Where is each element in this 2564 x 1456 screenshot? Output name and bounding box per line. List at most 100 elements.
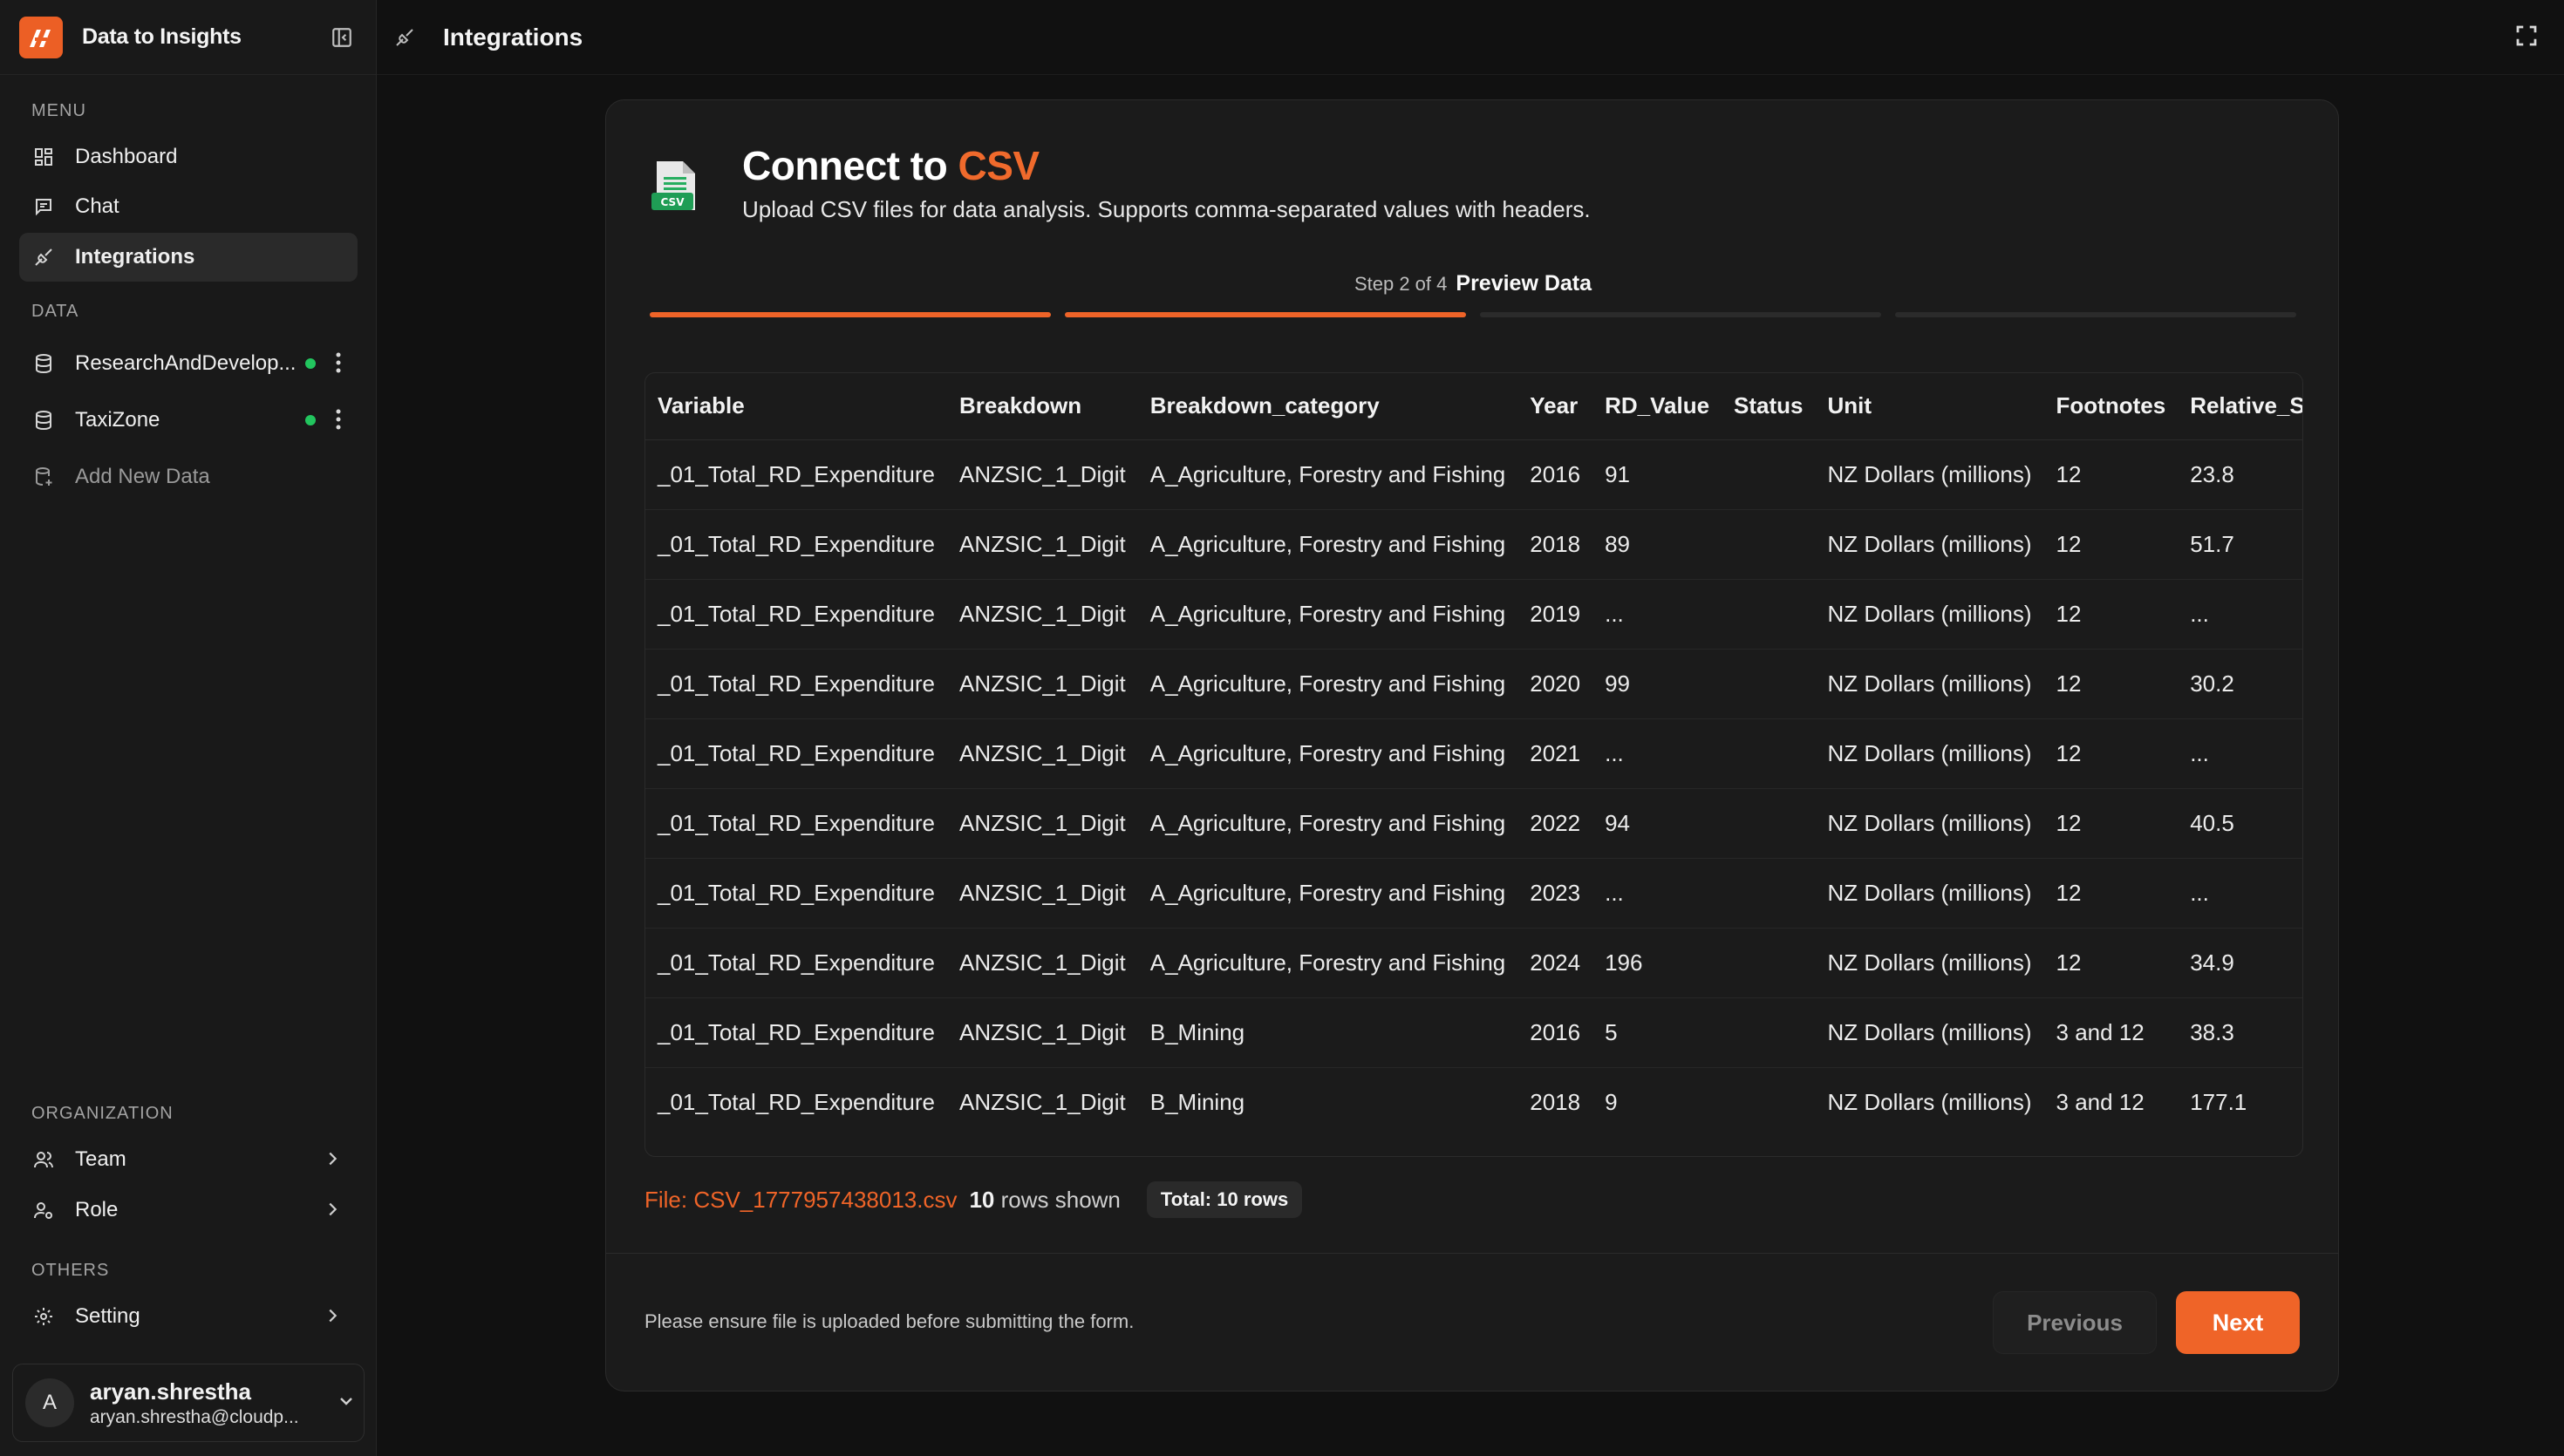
rows-shown-suffix: rows shown bbox=[994, 1186, 1121, 1213]
table-cell: NZ Dollars (millions) bbox=[1815, 439, 2044, 510]
table-cell: NZ Dollars (millions) bbox=[1815, 718, 2044, 789]
table-column-header: Footnotes bbox=[2043, 373, 2179, 440]
table-cell: _01_Total_RD_Expenditure bbox=[645, 928, 947, 998]
page-title: Integrations bbox=[443, 23, 583, 51]
sidebar-collapse-icon[interactable] bbox=[327, 23, 357, 52]
rows-shown: 10 rows shown bbox=[969, 1187, 1120, 1214]
sidebar-item-setting[interactable]: Setting bbox=[19, 1292, 358, 1341]
step-progress bbox=[650, 312, 2296, 317]
table-header-row: Variable Breakdown Breakdown_category Year R… bbox=[645, 373, 2302, 440]
table-cell: 196 bbox=[1592, 928, 1722, 998]
card-subtitle: Upload CSV files for data analysis. Supp… bbox=[742, 196, 1591, 222]
table-cell bbox=[1722, 509, 1816, 580]
table-cell: NZ Dollars (millions) bbox=[1815, 579, 2044, 650]
step-bar bbox=[1065, 312, 1466, 317]
topbar: Integrations bbox=[377, 0, 2564, 75]
sidebar-item-label: Add New Data bbox=[75, 465, 210, 488]
sidebar-item-label: TaxiZone bbox=[75, 408, 160, 432]
user-menu[interactable]: A aryan.shrestha aryan.shrestha@cloudp..… bbox=[12, 1364, 365, 1442]
table-cell: 12 bbox=[2043, 858, 2179, 929]
table-cell: _01_Total_RD_Expenditure bbox=[645, 509, 947, 580]
users-icon bbox=[31, 1147, 56, 1172]
step-bar bbox=[1480, 312, 1881, 317]
table-column-header: Variable bbox=[645, 373, 947, 440]
chevron-right-icon bbox=[323, 1304, 342, 1333]
table-row: _01_Total_RD_Expenditure ANZSIC_1_Digit A_… bbox=[645, 439, 2302, 510]
table-cell: 40.5 bbox=[2178, 788, 2302, 859]
fullscreen-icon[interactable] bbox=[2513, 23, 2540, 53]
table-cell: 12 bbox=[2043, 788, 2179, 859]
table-column-header: Status bbox=[1722, 373, 1816, 440]
sidebar-item-role[interactable]: Role bbox=[19, 1186, 358, 1235]
table-cell: ... bbox=[2178, 858, 2302, 929]
table-cell: NZ Dollars (millions) bbox=[1815, 858, 2044, 929]
step-name: Preview Data bbox=[1456, 271, 1592, 296]
table-cell: ... bbox=[2178, 579, 2302, 650]
table-cell bbox=[1722, 1067, 1815, 1137]
table-cell: 2020 bbox=[1517, 649, 1593, 719]
table-cell bbox=[1722, 579, 1816, 650]
table-cell: ANZSIC_1_Digit bbox=[947, 579, 1138, 650]
status-dot bbox=[305, 358, 316, 369]
footer-note: Please ensure file is uploaded before su… bbox=[644, 1310, 1135, 1332]
main-content: Integrations CSV Connect to CSV Upload C… bbox=[377, 0, 2564, 1456]
card-title-accent: CSV bbox=[958, 143, 1040, 188]
next-button[interactable]: Next bbox=[2176, 1291, 2300, 1354]
preview-table-container[interactable]: Variable Breakdown Breakdown_category Year R… bbox=[644, 372, 2303, 1157]
sidebar-item-chat[interactable]: Chat bbox=[19, 182, 358, 231]
table-cell: _01_Total_RD_Expenditure bbox=[645, 858, 947, 929]
table-cell: NZ Dollars (millions) bbox=[1815, 928, 2044, 998]
chevron-down-icon bbox=[336, 1391, 357, 1416]
sidebar-item-team[interactable]: Team bbox=[19, 1135, 358, 1184]
table-cell: 2021 bbox=[1517, 718, 1593, 789]
table-cell: ... bbox=[1592, 858, 1722, 929]
table-cell: ANZSIC_1_Digit bbox=[947, 509, 1138, 580]
sidebar-item-label: Dashboard bbox=[75, 145, 178, 168]
table-cell: 12 bbox=[2043, 718, 2179, 789]
table-cell: 12 bbox=[2043, 439, 2179, 510]
chevron-right-icon bbox=[323, 1198, 342, 1227]
table-cell: 12 bbox=[2043, 509, 2179, 580]
step-bar bbox=[1895, 312, 2296, 317]
table-cell: 38.3 bbox=[2178, 997, 2302, 1068]
csv-file-icon: CSV bbox=[651, 161, 695, 210]
table-cell: 2018 bbox=[1530, 1088, 1581, 1115]
app-root: Data to Insights MENU Dashboard Chat Int… bbox=[0, 0, 2564, 1456]
table-cell bbox=[1722, 997, 1816, 1068]
table-cell: 2024 bbox=[1517, 928, 1593, 998]
sidebar-item-integrations[interactable]: Integrations bbox=[19, 233, 358, 282]
previous-button[interactable]: Previous bbox=[1993, 1291, 2157, 1354]
table-cell: ANZSIC_1_Digit bbox=[947, 439, 1138, 510]
table-cell: 89 bbox=[1592, 509, 1722, 580]
table-cell: ... bbox=[1592, 579, 1722, 650]
table-cell bbox=[1722, 788, 1816, 859]
plug-icon bbox=[31, 245, 56, 269]
table-row: _01_Total_RD_Expenditure ANZSIC_1_Digit A_… bbox=[645, 788, 2302, 859]
brand-logo-icon bbox=[19, 16, 63, 58]
user-name: aryan.shrestha bbox=[90, 1378, 251, 1405]
sidebar-item-dataset-research[interactable]: ResearchAndDevelop... bbox=[19, 339, 358, 388]
others-section-label: OTHERS bbox=[31, 1261, 110, 1280]
table-cell: NZ Dollars (millions) bbox=[1815, 509, 2044, 580]
status-dot bbox=[305, 415, 316, 425]
table-cell: NZ Dollars (millions) bbox=[1815, 997, 2044, 1068]
table-cell: 2019 bbox=[1517, 579, 1593, 650]
table-cell bbox=[1722, 858, 1816, 929]
table-cell: _01_Total_RD_Expenditure bbox=[658, 1088, 935, 1115]
table-row: _01_Total_RD_Expenditure ANZSIC_1_Digit A_… bbox=[645, 858, 2302, 929]
table-cell: _01_Total_RD_Expenditure bbox=[645, 579, 947, 650]
table-cell: NZ Dollars (millions) bbox=[1815, 649, 2044, 719]
table-cell: 99 bbox=[1592, 649, 1722, 719]
add-new-data-button[interactable]: Add New Data bbox=[19, 452, 358, 501]
table-cell: B_Mining bbox=[1149, 1088, 1245, 1115]
table-cell: A_Agriculture, Forestry and Fishing bbox=[1137, 579, 1518, 650]
csv-connect-card: CSV Connect to CSV Upload CSV files for … bbox=[605, 99, 2339, 1391]
card-header: CSV Connect to CSV Upload CSV files for … bbox=[650, 142, 1591, 223]
table-cell: ANZSIC_1_Digit bbox=[947, 997, 1138, 1068]
sidebar-item-dataset-taxizone[interactable]: TaxiZone bbox=[19, 396, 358, 445]
card-title-prefix: Connect to bbox=[742, 143, 958, 188]
avatar: A bbox=[25, 1378, 74, 1427]
sidebar-item-dashboard[interactable]: Dashboard bbox=[19, 133, 358, 181]
more-vertical-icon[interactable] bbox=[335, 408, 342, 437]
more-vertical-icon[interactable] bbox=[335, 351, 342, 380]
